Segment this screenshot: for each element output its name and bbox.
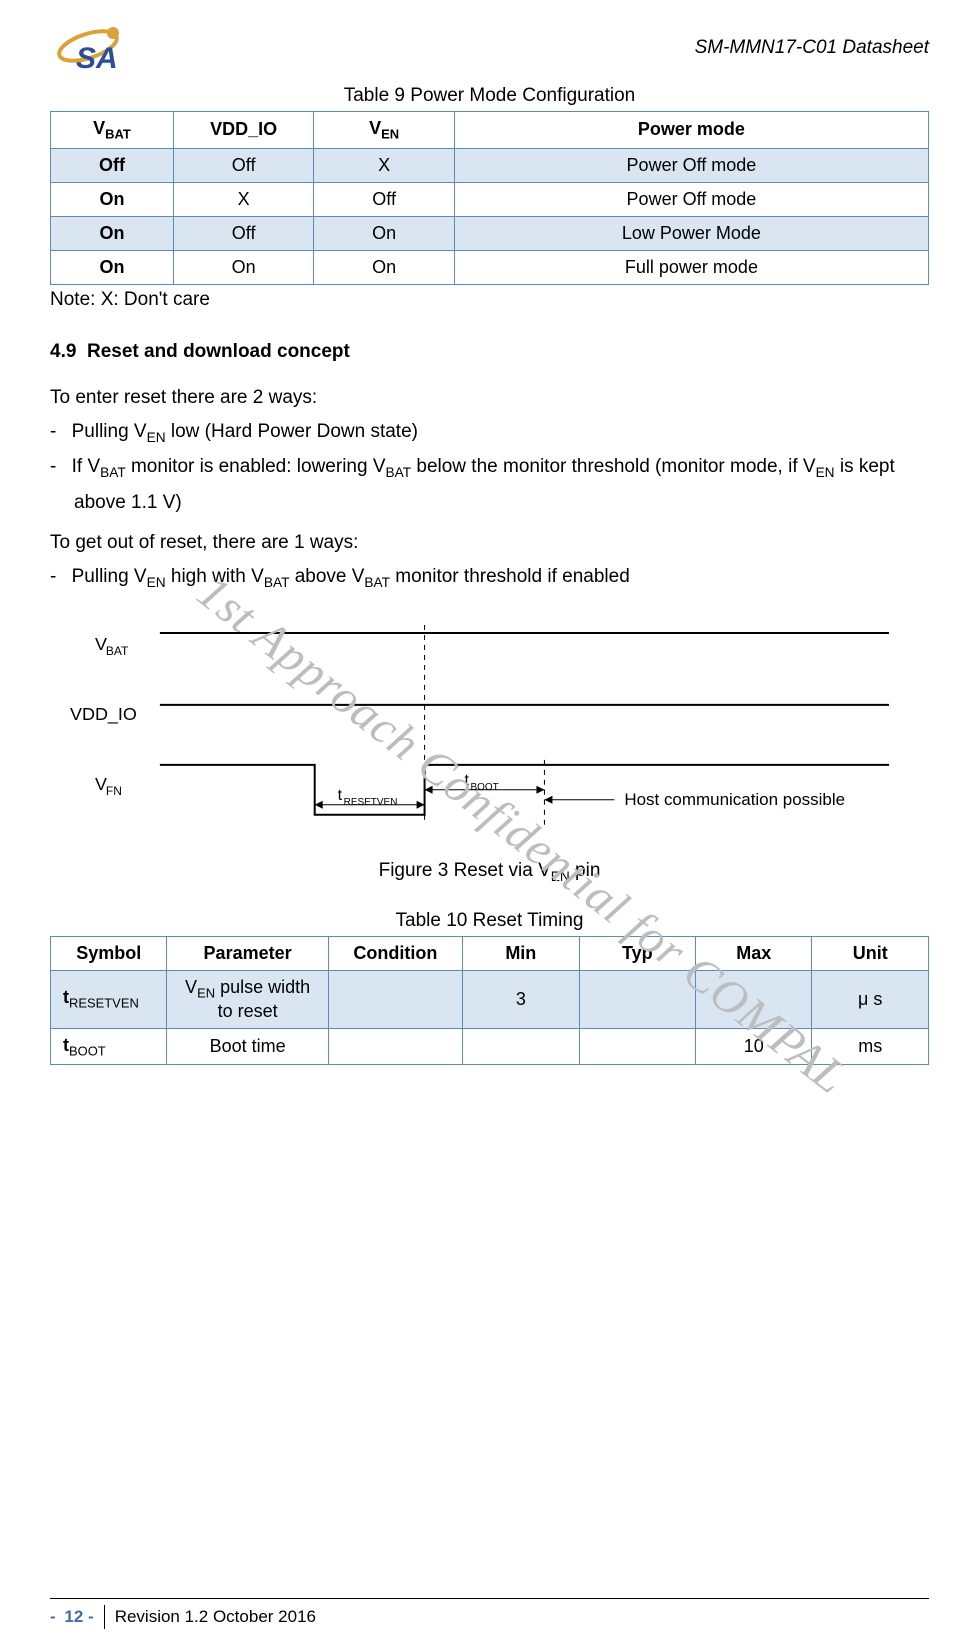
th: Symbol [51,936,167,970]
cell: Off [173,216,313,250]
th-ven: VEN [314,112,454,149]
cell [328,1028,462,1065]
bullet-list: Pulling VEN high with VBAT above VBAT mo… [50,560,929,595]
cell: On [314,216,454,250]
cell [579,970,695,1028]
cell: Off [314,182,454,216]
svg-text:t: t [338,787,343,804]
cell: Boot time [167,1028,328,1065]
cell: tBOOT [51,1028,167,1065]
cell: On [51,182,174,216]
cell: 3 [463,970,579,1028]
cell [696,970,812,1028]
table9-note: Note: X: Don't care [50,289,929,311]
th: Unit [812,936,929,970]
logo: SA [50,20,160,75]
table10-header-row: Symbol Parameter Condition Min Typ Max U… [51,936,929,970]
page-number: - 12 - [50,1605,105,1629]
cell: Power Off mode [454,148,928,182]
cell: Off [173,148,313,182]
th: Min [463,936,579,970]
table-row: tRESETVEN VEN pulse width to reset 3 μ s [51,970,929,1028]
list-item: Pulling VEN high with VBAT above VBAT mo… [74,560,929,595]
cell [463,1028,579,1065]
figure-caption: Figure 3 Reset via VEN pin [50,860,929,884]
paragraph: To get out of reset, there are 1 ways: [50,526,929,560]
svg-text:Host communication possible: Host communication possible [624,790,845,809]
svg-text:SA: SA [76,42,118,75]
power-mode-table: VBAT VDD_IO VEN Power mode Off Off X Pow… [50,111,929,285]
cell: 10 [696,1028,812,1065]
cell: On [51,250,174,284]
th: Max [696,936,812,970]
cell [579,1028,695,1065]
svg-text:FN: FN [106,784,122,798]
svg-text:RESETVEN: RESETVEN [344,797,398,808]
table-row: Off Off X Power Off mode [51,148,929,182]
cell: On [51,216,174,250]
doc-title: SM-MMN17-C01 Datasheet [695,37,929,59]
cell: X [314,148,454,182]
th-vddio: VDD_IO [173,112,313,149]
cell: Power Off mode [454,182,928,216]
list-item: If VBAT monitor is enabled: lowering VBA… [74,450,929,520]
section-heading: 4.9 Reset and download concept [50,341,929,363]
table-row: On On On Full power mode [51,250,929,284]
table10-caption: Table 10 Reset Timing [50,910,929,932]
page-header: SA SM-MMN17-C01 Datasheet [50,20,929,75]
cell [328,970,462,1028]
th-mode: Power mode [454,112,928,149]
th: Parameter [167,936,328,970]
th-vbat: VBAT [51,112,174,149]
th: Typ [579,936,695,970]
cell: Off [51,148,174,182]
timing-diagram-svg: VBAT VDD_IO VFN tRESETVEN tBOOT Host com… [50,615,929,845]
table-row: On Off On Low Power Mode [51,216,929,250]
figure-reset-timing-diagram: VBAT VDD_IO VFN tRESETVEN tBOOT Host com… [50,615,929,850]
revision-text: Revision 1.2 October 2016 [105,1607,316,1627]
table-row: tBOOT Boot time 10 ms [51,1028,929,1065]
cell: Low Power Mode [454,216,928,250]
page-footer: - 12 - Revision 1.2 October 2016 [0,1598,979,1629]
svg-text:BOOT: BOOT [471,782,499,793]
reset-timing-table: Symbol Parameter Condition Min Typ Max U… [50,936,929,1065]
cell: Full power mode [454,250,928,284]
cell: On [314,250,454,284]
th: Condition [328,936,462,970]
cell: μ s [812,970,929,1028]
cell: ms [812,1028,929,1065]
table-row: On X Off Power Off mode [51,182,929,216]
table9-header-row: VBAT VDD_IO VEN Power mode [51,112,929,149]
cell: tRESETVEN [51,970,167,1028]
bullet-list: Pulling VEN low (Hard Power Down state) … [50,415,929,520]
cell: On [173,250,313,284]
paragraph: To enter reset there are 2 ways: [50,381,929,415]
list-item: Pulling VEN low (Hard Power Down state) [74,415,929,450]
svg-text:BAT: BAT [106,644,129,658]
cell: VEN pulse width to reset [167,970,328,1028]
svg-text:VDD_IO: VDD_IO [70,704,137,725]
table9-caption: Table 9 Power Mode Configuration [50,85,929,107]
cell: X [173,182,313,216]
svg-text:t: t [465,772,470,789]
